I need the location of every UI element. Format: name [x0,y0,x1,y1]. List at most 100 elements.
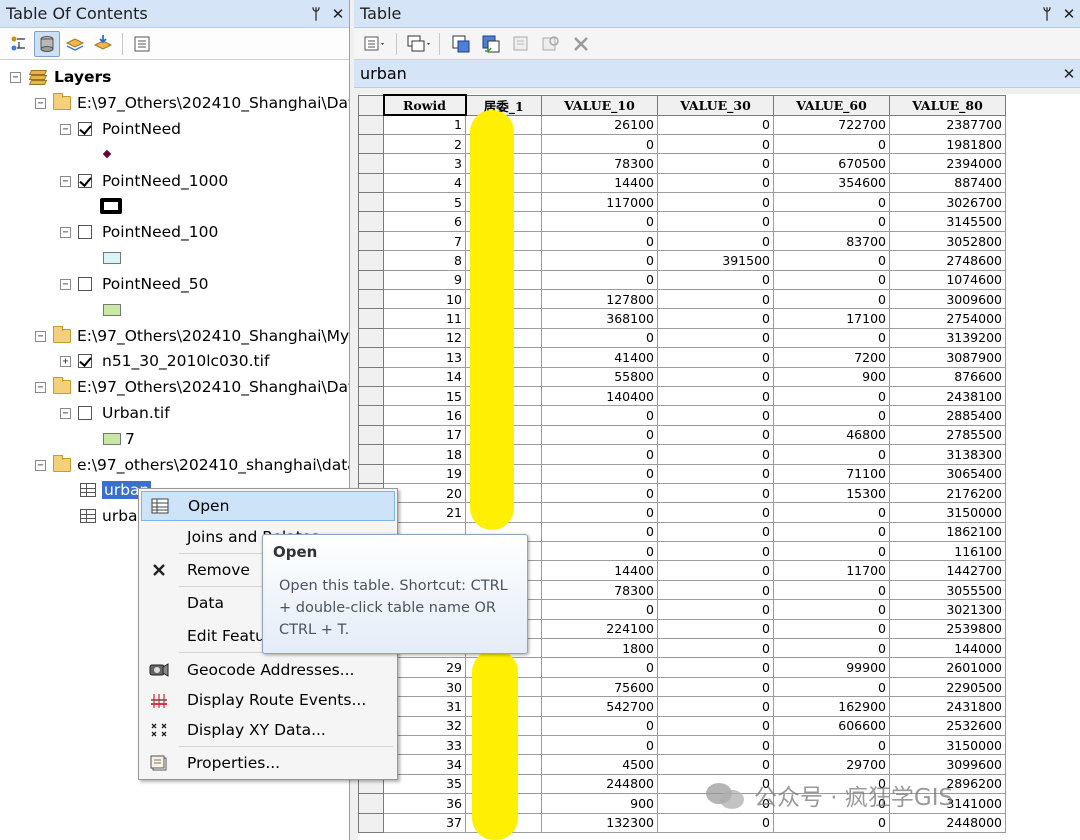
toc-layer-pointneed[interactable]: − PointNeed [60,117,181,141]
table-row[interactable]: 5 117000 0 0 3026700 [358,192,1006,213]
table-cell[interactable]: 0 [657,347,774,368]
table-cell[interactable]: 78300 [541,579,658,601]
table-cell[interactable]: 7 [383,230,466,252]
table-cell[interactable]: 11 [383,308,466,329]
table-cell[interactable]: 11700 [773,560,890,581]
table-row[interactable]: 33 0 0 0 3150000 [358,734,1006,756]
table-cell[interactable]: 15300 [773,482,890,504]
collapse-icon[interactable]: − [10,71,21,83]
table-cell[interactable]: 0 [657,114,774,135]
table-row[interactable]: 18 0 0 0 3138300 [358,444,1006,465]
table-cell[interactable]: 0 [657,560,774,581]
table-cell[interactable]: 0 [541,482,658,504]
row-selector-cell[interactable] [358,444,384,465]
table-row[interactable]: 9 0 0 0 1074600 [358,269,1006,291]
table-cell[interactable]: 41400 [541,347,658,368]
table-cell[interactable]: 2387700 [889,114,1006,135]
table-cell[interactable]: 116100 [889,541,1006,562]
table-cell[interactable]: 0 [773,327,890,349]
visibility-checkbox[interactable] [78,225,92,239]
table-row[interactable]: 7 0 0 83700 3052800 [358,230,1006,252]
table-cell[interactable]: 0 [657,734,774,756]
row-selector-cell[interactable] [358,385,384,407]
collapse-icon[interactable]: − [60,278,71,290]
table-cell[interactable]: 244800 [541,773,658,795]
table-row[interactable]: 29 0 0 99900 2601000 [358,657,1006,678]
table-cell[interactable]: 2438100 [889,385,1006,407]
row-selector-cell[interactable] [358,269,384,291]
table-cell[interactable]: 0 [657,269,774,291]
row-selector-cell[interactable] [358,153,384,174]
row-selector-cell[interactable] [358,308,384,329]
menu-item-route-events[interactable]: Display Route Events... [141,685,395,715]
menu-item-xy-data[interactable]: Display XY Data... [141,715,395,745]
table-cell[interactable]: 8 [383,250,466,271]
visibility-checkbox[interactable] [78,174,92,188]
table-row[interactable]: 34 4500 0 29700 3099600 [358,754,1006,775]
table-cell[interactable]: 0 [541,502,658,523]
table-cell[interactable]: 1442700 [889,560,1006,581]
table-row[interactable]: 13 41400 0 7200 3087900 [358,347,1006,368]
table-cell[interactable]: 3026700 [889,192,1006,213]
switch-selection-icon[interactable] [478,31,504,57]
collapse-icon[interactable]: − [60,226,71,238]
table-cell[interactable]: 0 [541,521,658,543]
table-cell[interactable]: 15 [383,385,466,407]
table-cell[interactable]: 0 [541,599,658,620]
table-cell[interactable]: 132300 [541,812,658,833]
table-cell[interactable]: 78300 [541,153,658,174]
table-cell[interactable]: 722700 [773,114,890,135]
table-cell[interactable]: 1981800 [889,133,1006,155]
expand-icon[interactable]: + [60,355,71,367]
toc-group-1[interactable]: − E:\97_Others\202410_Shanghai\Dat [35,91,349,115]
table-cell[interactable]: 606600 [773,715,890,737]
toc-table-urban-2[interactable]: urba [80,504,138,528]
table-cell[interactable]: 99900 [773,657,890,678]
table-cell[interactable]: 46800 [773,424,890,446]
table-cell[interactable]: 2601000 [889,657,1006,678]
row-selector-cell[interactable] [358,366,384,387]
table-cell[interactable]: 0 [773,618,890,640]
row-selector-cell[interactable] [358,133,384,155]
table-cell[interactable]: 0 [541,734,658,756]
row-selector-cell[interactable] [358,327,384,349]
table-cell[interactable]: 2754000 [889,308,1006,329]
collapse-icon[interactable]: − [35,459,46,471]
table-row[interactable]: 31 542700 0 162900 2431800 [358,696,1006,717]
table-cell[interactable]: 0 [657,133,774,155]
visibility-checkbox[interactable] [78,406,92,420]
table-cell[interactable]: 391500 [657,250,774,271]
table-cell[interactable]: 0 [657,463,774,484]
table-cell[interactable]: 18 [383,444,466,465]
table-cell[interactable]: 0 [773,812,890,833]
options-icon[interactable] [129,31,155,57]
table-cell[interactable]: 0 [657,657,774,678]
row-selector-cell[interactable] [358,250,384,271]
table-cell[interactable]: 7200 [773,347,890,368]
table-cell[interactable]: 3055500 [889,579,1006,601]
menu-item-properties[interactable]: Properties... [141,748,395,778]
table-cell[interactable]: 887400 [889,172,1006,194]
table-cell[interactable]: 1862100 [889,521,1006,543]
collapse-icon[interactable]: − [35,381,46,393]
table-cell[interactable]: 0 [657,444,774,465]
table-cell[interactable]: 14 [383,366,466,387]
table-cell[interactable]: 83700 [773,230,890,252]
table-cell[interactable]: 0 [657,812,774,833]
row-selector-cell[interactable] [358,172,384,194]
toc-group-4[interactable]: − e:\97_others\202410_shanghai\data [35,453,349,477]
table-cell[interactable]: 0 [541,463,658,484]
table-cell[interactable]: 0 [657,327,774,349]
table-cell[interactable]: 354600 [773,172,890,194]
table-cell[interactable]: 3052800 [889,230,1006,252]
column-header-value-30[interactable]: VALUE_30 [657,94,774,116]
table-cell[interactable]: 876600 [889,366,1006,387]
table-row[interactable]: 6 0 0 0 3145500 [358,211,1006,232]
visibility-checkbox[interactable] [78,354,92,368]
table-cell[interactable]: 9 [383,269,466,291]
table-row[interactable]: 21 0 0 0 3150000 [358,502,1006,523]
table-cell[interactable]: 2532600 [889,715,1006,737]
table-cell[interactable]: 144000 [889,638,1006,659]
table-row[interactable]: 3 78300 0 670500 2394000 [358,153,1006,174]
table-cell[interactable]: 3 [383,153,466,174]
